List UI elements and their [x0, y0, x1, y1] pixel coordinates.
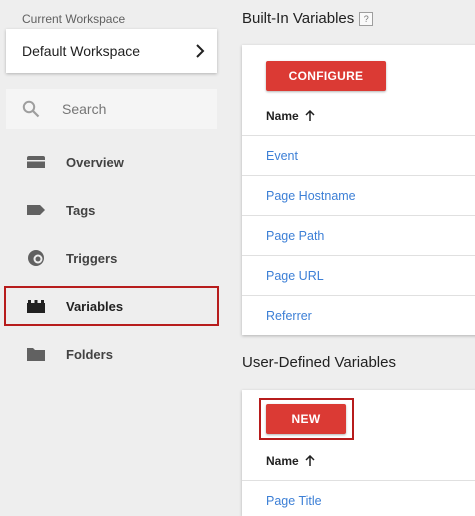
- table-row: Page Title: [242, 480, 475, 516]
- variables-icon: [27, 300, 45, 313]
- user-defined-variables-card: NEW Name Page Title: [242, 390, 475, 516]
- workspace-label: Current Workspace: [22, 12, 126, 26]
- name-column-label: Name: [266, 454, 299, 468]
- table-row: Page Path: [242, 215, 475, 255]
- table-row: Referrer: [242, 295, 475, 335]
- configure-button[interactable]: CONFIGURE: [266, 61, 386, 91]
- variable-link[interactable]: Referrer: [266, 309, 312, 323]
- overview-icon: [27, 156, 45, 168]
- variable-link[interactable]: Event: [266, 149, 298, 163]
- name-column-label: Name: [266, 109, 299, 123]
- nav-item-triggers[interactable]: Triggers: [6, 239, 217, 277]
- arrow-up-icon: [305, 455, 315, 466]
- user-defined-name-header[interactable]: Name: [266, 454, 315, 468]
- arrow-up-icon: [305, 110, 315, 121]
- nav-item-overview[interactable]: Overview: [6, 143, 217, 181]
- new-button[interactable]: NEW: [266, 404, 346, 434]
- search-icon: [22, 100, 40, 118]
- variable-link[interactable]: Page Path: [266, 229, 324, 243]
- user-defined-section-title: User-Defined Variables: [242, 354, 396, 371]
- variable-link[interactable]: Page Title: [266, 494, 322, 508]
- variable-link[interactable]: Page Hostname: [266, 189, 356, 203]
- table-row: Page URL: [242, 255, 475, 295]
- builtin-name-header[interactable]: Name: [266, 109, 315, 123]
- chevron-right-icon: [196, 44, 205, 58]
- nav-item-tags[interactable]: Tags: [6, 191, 217, 229]
- nav-label-folders: Folders: [66, 346, 113, 362]
- nav-item-folders[interactable]: Folders: [6, 335, 217, 373]
- tag-icon: [27, 205, 45, 215]
- nav-label-overview: Overview: [66, 154, 124, 170]
- search-input[interactable]: [62, 101, 202, 117]
- nav-item-variables[interactable]: Variables: [4, 286, 219, 326]
- nav-label-variables: Variables: [66, 298, 124, 314]
- trigger-icon: [28, 250, 44, 266]
- builtin-title: Built-In Variables: [242, 10, 355, 27]
- table-row: Page Hostname: [242, 175, 475, 215]
- help-icon[interactable]: ?: [359, 12, 374, 27]
- nav-label-triggers: Triggers: [66, 250, 118, 266]
- search-box[interactable]: [6, 89, 217, 129]
- folder-icon: [27, 348, 45, 361]
- workspace-selector[interactable]: Default Workspace: [6, 29, 217, 73]
- builtin-section-title: Built-In Variables?: [242, 10, 374, 27]
- table-row: Event: [242, 135, 475, 175]
- builtin-variables-card: CONFIGURE Name Event Page Hostname Page …: [242, 45, 475, 335]
- sidebar: Current Workspace Default Workspace Over…: [0, 0, 232, 516]
- variable-link[interactable]: Page URL: [266, 269, 324, 283]
- main-content: Built-In Variables? CONFIGURE Name Event…: [232, 0, 475, 516]
- nav-label-tags: Tags: [66, 202, 96, 218]
- workspace-name: Default Workspace: [22, 43, 141, 59]
